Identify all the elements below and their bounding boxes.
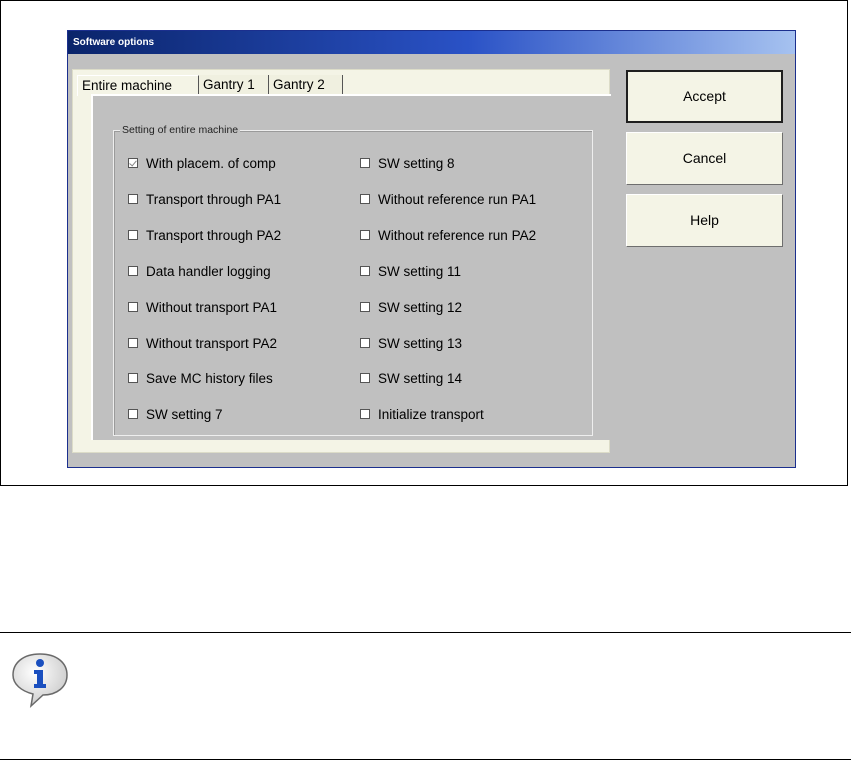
tab-gantry-1[interactable]: Gantry 1: [199, 75, 269, 96]
option-label: Save MC history files: [146, 370, 273, 386]
option-without-reference-run-pa2[interactable]: Without reference run PA2: [360, 226, 536, 244]
checkbox[interactable]: [128, 373, 138, 383]
option-label: SW setting 7: [146, 406, 223, 422]
option-label: Transport through PA2: [146, 227, 282, 243]
divider-top: [0, 632, 851, 633]
option-with-placem-of-comp[interactable]: With placem. of comp: [128, 154, 276, 172]
checkbox[interactable]: [360, 373, 370, 383]
option-sw-setting-11[interactable]: SW setting 11: [360, 262, 461, 280]
checkbox[interactable]: [128, 266, 138, 276]
checkbox[interactable]: [360, 266, 370, 276]
checkbox[interactable]: [360, 302, 370, 312]
option-label: SW setting 8: [378, 155, 455, 171]
option-sw-setting-12[interactable]: SW setting 12: [360, 298, 462, 316]
option-sw-setting-8[interactable]: SW setting 8: [360, 154, 455, 172]
option-sw-setting-7[interactable]: SW setting 7: [128, 405, 223, 423]
divider-bottom: [0, 759, 851, 760]
option-label: Without reference run PA1: [378, 191, 537, 207]
checkbox[interactable]: [128, 194, 138, 204]
option-initialize-transport[interactable]: Initialize transport: [360, 405, 484, 423]
info-icon: [12, 653, 68, 709]
option-without-transport-pa1[interactable]: Without transport PA1: [128, 298, 277, 316]
option-save-mc-history-files[interactable]: Save MC history files: [128, 369, 273, 387]
option-label: SW setting 12: [378, 299, 463, 315]
option-label: Initialize transport: [378, 406, 484, 422]
option-label: Data handler logging: [146, 263, 271, 279]
option-transport-through-pa1[interactable]: Transport through PA1: [128, 190, 281, 208]
group-label: Setting of entire machine: [120, 124, 241, 137]
option-sw-setting-14[interactable]: SW setting 14: [360, 369, 462, 387]
software-options-dialog: Software options Entire machine Gantry 1…: [67, 30, 796, 468]
option-label: With placem. of comp: [146, 155, 276, 171]
tab-entire-machine[interactable]: Entire machine: [77, 75, 199, 96]
option-label: Transport through PA1: [146, 191, 282, 207]
checkbox[interactable]: [360, 338, 370, 348]
cancel-button[interactable]: Cancel: [626, 132, 783, 185]
checkbox[interactable]: [128, 230, 138, 240]
tab-page-entire-machine: Setting of entire machine With placem. o…: [91, 94, 611, 440]
tab-gantry-2[interactable]: Gantry 2: [269, 75, 343, 96]
dialog-title: Software options: [68, 31, 795, 54]
option-transport-through-pa2[interactable]: Transport through PA2: [128, 226, 281, 244]
checkbox[interactable]: [360, 409, 370, 419]
option-label: SW setting 13: [378, 335, 463, 351]
group-entire-machine: Setting of entire machine With placem. o…: [113, 124, 593, 436]
tab-control: Entire machine Gantry 1 Gantry 2 Setting…: [72, 69, 611, 453]
option-without-transport-pa2[interactable]: Without transport PA2: [128, 334, 277, 352]
checkbox-checked[interactable]: [128, 158, 138, 168]
checkbox[interactable]: [128, 302, 138, 312]
option-label: Without transport PA2: [146, 335, 278, 351]
checkbox[interactable]: [360, 194, 370, 204]
checkbox[interactable]: [360, 230, 370, 240]
option-label: SW setting 14: [378, 370, 463, 386]
option-label: Without transport PA1: [146, 299, 278, 315]
checkbox[interactable]: [128, 409, 138, 419]
checkbox[interactable]: [360, 158, 370, 168]
option-label: SW setting 11: [378, 263, 462, 279]
option-sw-setting-13[interactable]: SW setting 13: [360, 334, 462, 352]
help-button[interactable]: Help: [626, 194, 783, 247]
dialog-client-area: Entire machine Gantry 1 Gantry 2 Setting…: [68, 54, 795, 467]
checkbox[interactable]: [128, 338, 138, 348]
option-without-reference-run-pa1[interactable]: Without reference run PA1: [360, 190, 536, 208]
option-label: Without reference run PA2: [378, 227, 537, 243]
option-data-handler-logging[interactable]: Data handler logging: [128, 262, 271, 280]
accept-button[interactable]: Accept: [626, 70, 783, 123]
